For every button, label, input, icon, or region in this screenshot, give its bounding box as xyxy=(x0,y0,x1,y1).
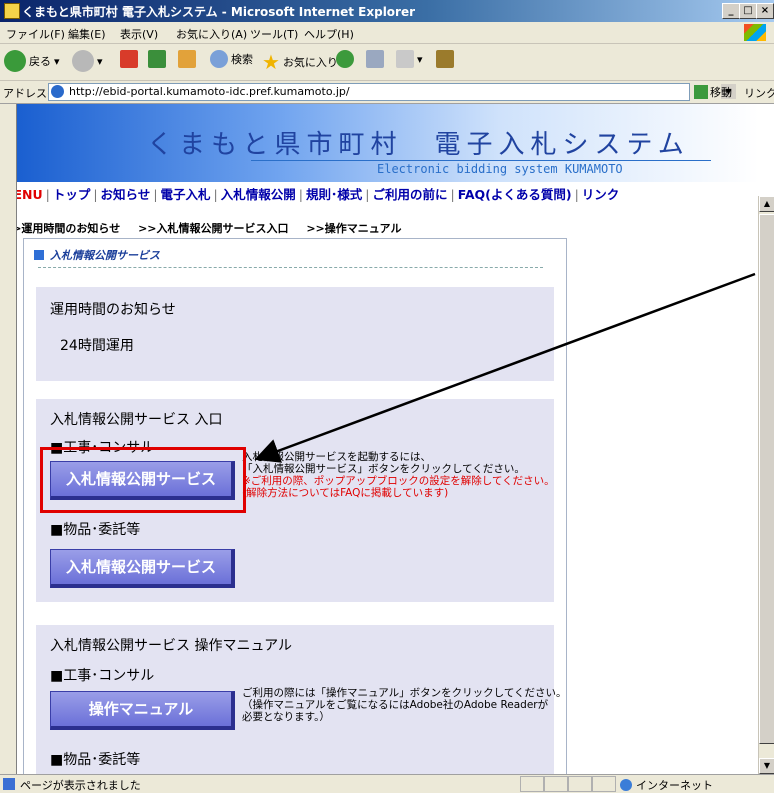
refresh-icon xyxy=(148,50,166,68)
mail-icon xyxy=(366,50,384,68)
status-bar: ページが表示されました インターネット xyxy=(0,774,774,793)
forward-arrow-icon xyxy=(72,50,94,72)
home-button[interactable] xyxy=(178,50,196,68)
favorites-button[interactable]: ★ お気に入り xyxy=(262,50,338,74)
menu-bar: ファイル(F) 編集(E) 表示(V) お気に入り(A) ツール(T) ヘルプ(… xyxy=(0,22,774,44)
go-button[interactable]: 移動 xyxy=(694,84,732,100)
search-icon xyxy=(210,50,228,68)
search-button[interactable]: 検索 xyxy=(210,50,253,68)
menu-help[interactable]: ヘルプ(H) xyxy=(304,26,354,42)
window-titlebar: くまもと県市町村 電子入札システム - Microsoft Internet E… xyxy=(0,0,774,22)
vertical-scrollbar[interactable]: ▲ ▼ xyxy=(758,196,774,774)
close-button[interactable]: × xyxy=(756,3,774,19)
status-cell xyxy=(544,776,568,792)
page-icon xyxy=(51,85,64,98)
chevron-down-icon: ▾ xyxy=(417,52,423,66)
chevron-down-icon: ▾ xyxy=(97,54,103,68)
edit-button[interactable]: ▾ xyxy=(396,50,423,68)
scrollbar-thumb[interactable] xyxy=(759,214,774,744)
home-icon xyxy=(178,50,196,68)
back-button[interactable]: 戻る ▾ xyxy=(4,50,60,72)
maximize-button[interactable]: □ xyxy=(739,3,757,19)
scroll-up-icon[interactable]: ▲ xyxy=(759,196,774,212)
stop-button[interactable] xyxy=(120,50,138,68)
go-arrow-icon xyxy=(694,85,708,99)
page-loaded-icon xyxy=(3,778,15,790)
back-arrow-icon xyxy=(4,50,26,72)
messenger-icon xyxy=(436,50,454,68)
menu-edit[interactable]: 編集(E) xyxy=(68,26,106,42)
edit-icon xyxy=(396,50,414,68)
status-cell xyxy=(520,776,544,792)
history-button[interactable] xyxy=(336,50,354,68)
page-content: くまもと県市町村 電子入札システム Electronic bidding sys… xyxy=(16,104,759,774)
globe-icon xyxy=(620,779,632,791)
address-input[interactable]: http://ebid-portal.kumamoto-idc.pref.kum… xyxy=(48,83,736,101)
stop-icon xyxy=(120,50,138,68)
security-zone: インターネット xyxy=(620,777,713,793)
address-url: http://ebid-portal.kumamoto-idc.pref.kum… xyxy=(69,85,350,98)
address-bar: アドレス(D) http://ebid-portal.kumamoto-idc.… xyxy=(0,81,774,104)
star-icon: ★ xyxy=(262,50,280,74)
windows-logo-icon xyxy=(744,24,766,41)
status-cell xyxy=(568,776,592,792)
annotation-arrow-icon xyxy=(254,272,756,463)
ie-app-icon xyxy=(4,3,20,19)
toolbar: 戻る ▾ ▾ 検索 ★ お気に入り ▾ xyxy=(0,44,774,81)
messenger-button[interactable] xyxy=(436,50,454,68)
links-button[interactable]: リンク » xyxy=(744,85,774,101)
page-left-gutter xyxy=(0,104,16,774)
history-icon xyxy=(336,50,354,68)
status-text: ページが表示されました xyxy=(20,779,141,792)
chevron-down-icon: ▾ xyxy=(54,54,60,68)
refresh-button[interactable] xyxy=(148,50,166,68)
scroll-down-icon[interactable]: ▼ xyxy=(759,758,774,774)
status-cell xyxy=(592,776,616,792)
forward-button[interactable]: ▾ xyxy=(72,50,103,72)
menu-favorites[interactable]: お気に入り(A) xyxy=(176,26,247,42)
window-title: くまもと県市町村 電子入札システム - Microsoft Internet E… xyxy=(22,5,416,19)
minimize-button[interactable]: _ xyxy=(722,3,740,19)
menu-tools[interactable]: ツール(T) xyxy=(250,26,298,42)
mail-button[interactable] xyxy=(366,50,384,68)
menu-view[interactable]: 表示(V) xyxy=(120,26,158,42)
menu-file[interactable]: ファイル(F) xyxy=(6,26,65,42)
